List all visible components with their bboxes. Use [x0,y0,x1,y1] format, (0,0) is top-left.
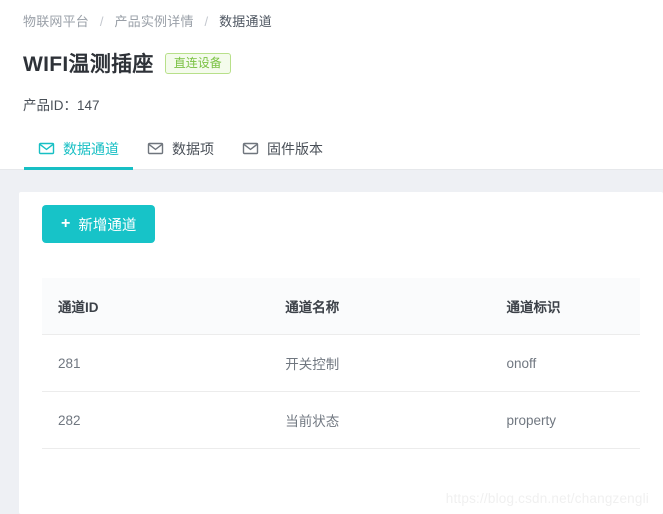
breadcrumb-item-product-detail[interactable]: 产品实例详情 [114,14,193,29]
cell-channel-name: 当前状态 [269,391,491,449]
cell-channel-id: 281 [42,334,270,392]
tab-data-channel[interactable]: 数据通道 [24,128,133,170]
title-row: WIFI温测插座 直连设备 [23,48,231,78]
cell-channel-key: onoff [490,334,640,392]
watermark: https://blog.csdn.net/changzengli [445,491,649,506]
channels-table-wrapper: 通道ID 通道名称 通道标识 281 开关控制 onoff 282 当前状态 p… [42,278,640,449]
envelope-icon [242,140,259,157]
breadcrumb: 物联网平台 / 产品实例详情 / 数据通道 [23,13,272,31]
column-header-channel-name: 通道名称 [269,278,491,335]
tab-label: 数据项 [172,140,214,157]
tab-label: 数据通道 [63,140,119,157]
channels-table: 通道ID 通道名称 通道标识 281 开关控制 onoff 282 当前状态 p… [42,278,640,449]
tab-firmware-version[interactable]: 固件版本 [228,128,337,169]
tab-bar: 数据通道 数据项 固件版本 [0,128,663,170]
status-badge: 直连设备 [164,52,231,74]
breadcrumb-item-data-channel: 数据通道 [219,14,272,29]
add-channel-label: 新增通道 [78,217,137,234]
cell-channel-key: property [490,391,640,449]
table-header: 通道ID 通道名称 通道标识 [42,278,640,335]
breadcrumb-separator: / [204,14,209,29]
column-header-channel-key: 通道标识 [490,278,640,335]
toolbar: + 新增通道 [42,205,156,243]
tab-label: 固件版本 [267,140,323,157]
cell-channel-name: 开关控制 [269,334,491,392]
tab-data-items[interactable]: 数据项 [133,128,228,169]
product-id-label: 产品ID：147 [23,98,100,113]
table-row[interactable]: 281 开关控制 onoff [42,334,640,392]
page-title: WIFI温测插座 [23,53,154,76]
page-header: 物联网平台 / 产品实例详情 / 数据通道 WIFI温测插座 直连设备 产品ID… [0,0,663,170]
column-header-channel-id: 通道ID [42,278,270,335]
envelope-icon [147,140,164,157]
breadcrumb-item-platform[interactable]: 物联网平台 [23,14,89,29]
breadcrumb-separator: / [99,14,104,29]
table-body: 281 开关控制 onoff 282 当前状态 property [42,334,640,449]
content-card: + 新增通道 通道ID 通道名称 通道标识 281 开关控制 onoff 282 [19,192,663,514]
cell-channel-id: 282 [42,391,270,449]
add-channel-button[interactable]: + 新增通道 [42,205,156,243]
plus-icon: + [61,215,71,232]
table-header-row: 通道ID 通道名称 通道标识 [42,278,640,335]
table-row[interactable]: 282 当前状态 property [42,391,640,449]
tab-active-underline [24,167,133,170]
envelope-icon [38,140,55,157]
